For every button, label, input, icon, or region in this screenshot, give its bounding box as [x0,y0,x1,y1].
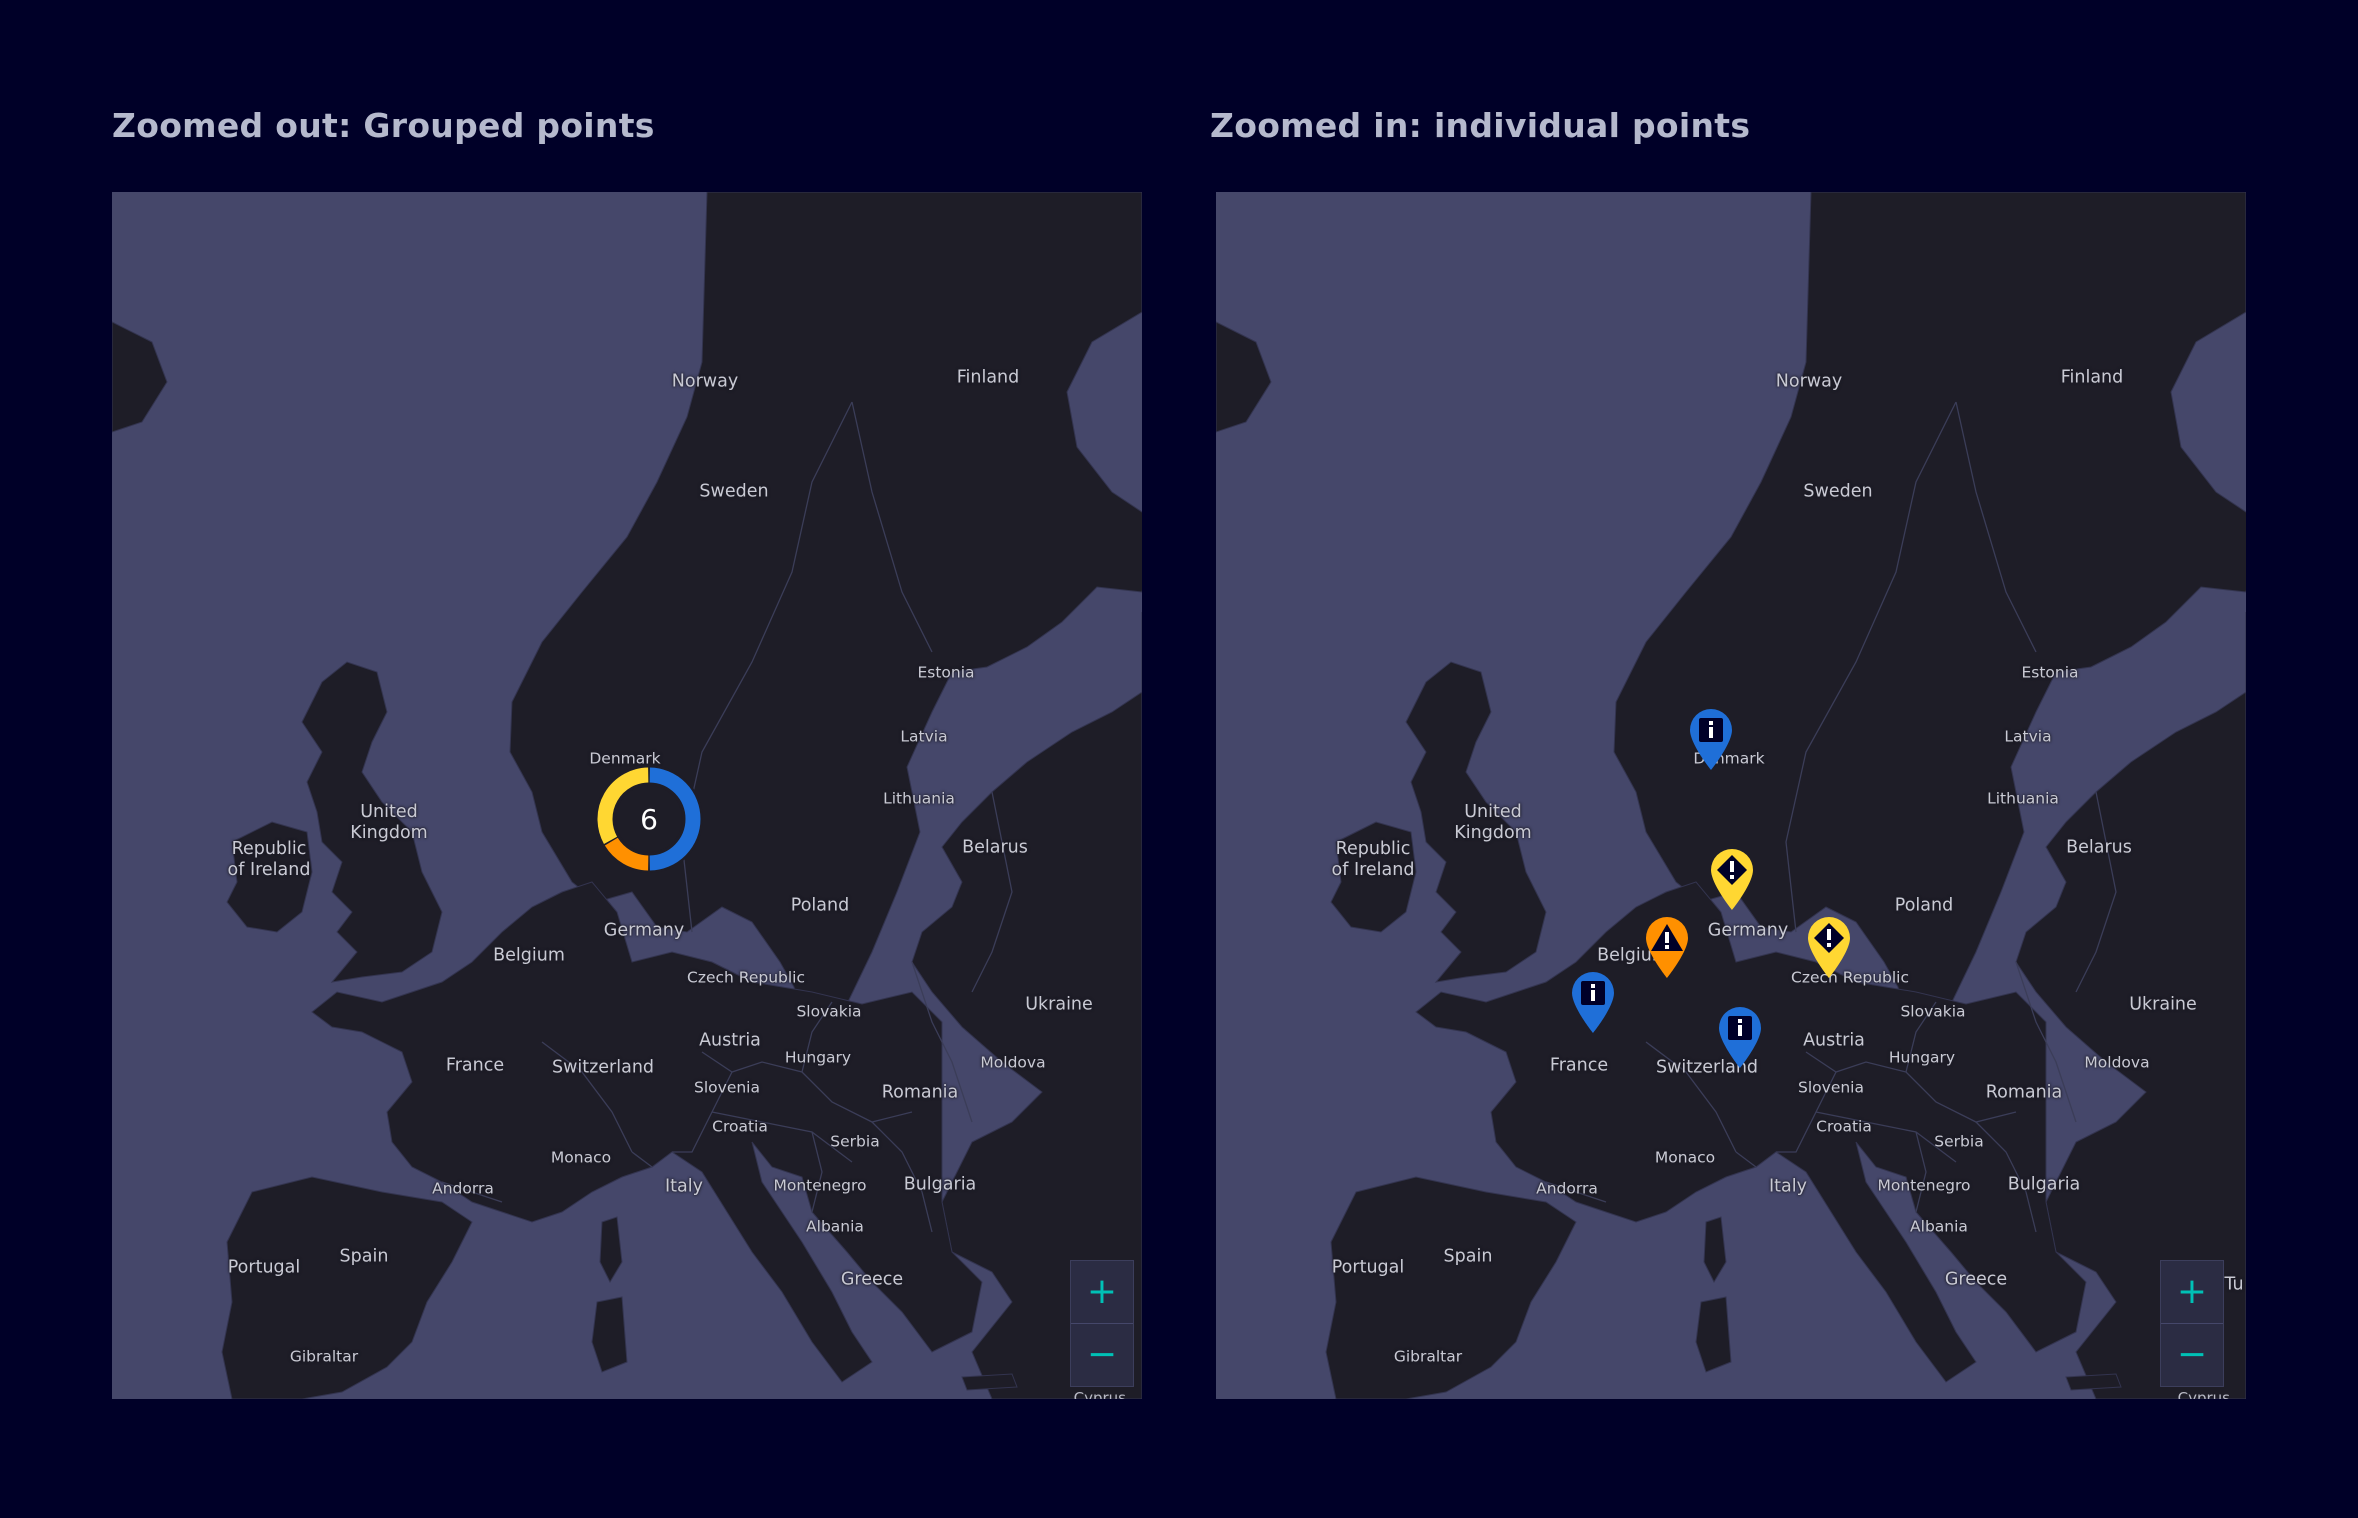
label-andorra: Andorra [1536,1179,1598,1198]
label-finland: Finland [2060,367,2124,388]
exclamation-icon [1808,917,1850,978]
label-switzerland: Switzerland [551,1057,655,1078]
label-montenegro: Montenegro [773,1176,867,1195]
label-bulgaria: Bulgaria [2007,1174,2081,1195]
label-turkey-partial: Tu [2224,1274,2244,1295]
label-ukraine: Ukraine [1025,994,1093,1015]
marker-warning-belgium[interactable] [1643,914,1691,980]
zoom-out-button[interactable]: − [1071,1323,1133,1386]
label-belarus: Belarus [962,837,1028,858]
label-estonia: Estonia [917,663,975,682]
label-germany: Germany [603,920,685,941]
label-austria: Austria [1803,1030,1865,1051]
label-france: France [445,1055,505,1076]
label-hungary: Hungary [1888,1048,1956,1067]
label-slovenia: Slovenia [1798,1078,1864,1097]
label-moldova: Moldova [2084,1053,2150,1072]
label-italy: Italy [665,1176,703,1197]
label-monaco: Monaco [1654,1148,1716,1167]
label-andorra: Andorra [432,1179,494,1198]
label-ukraine: Ukraine [2129,994,2197,1015]
label-united-kingdom: United Kingdom [350,802,428,843]
zoom-in-button[interactable]: + [1071,1261,1133,1323]
label-slovakia: Slovakia [796,1002,862,1021]
label-greece: Greece [840,1269,904,1290]
label-lithuania: Lithuania [883,789,955,808]
label-albania: Albania [1910,1217,1968,1236]
label-romania: Romania [1985,1082,2063,1103]
label-greece: Greece [1944,1269,2008,1290]
label-latvia: Latvia [900,727,948,746]
label-lithuania: Lithuania [1987,789,2059,808]
label-cyprus: Cyprus [1073,1389,1126,1399]
label-norway: Norway [1775,371,1843,392]
label-latvia: Latvia [2004,727,2052,746]
label-ireland: Republic of Ireland [227,839,311,880]
label-gibraltar: Gibraltar [289,1347,359,1366]
label-albania: Albania [806,1217,864,1236]
label-gibraltar: Gibraltar [1393,1347,1463,1366]
label-romania: Romania [881,1082,959,1103]
zoom-controls: + − [1070,1260,1134,1387]
label-italy: Italy [1769,1176,1807,1197]
label-germany: Germany [1707,920,1789,941]
label-moldova: Moldova [980,1053,1046,1072]
label-serbia: Serbia [1934,1132,1984,1151]
warning-triangle-icon [1646,917,1688,978]
label-poland: Poland [1894,895,1954,916]
label-portugal: Portugal [227,1257,301,1278]
label-france: France [1549,1055,1609,1076]
marker-caution-czech[interactable] [1805,914,1853,980]
label-montenegro: Montenegro [1877,1176,1971,1195]
label-finland: Finland [956,367,1020,388]
label-estonia: Estonia [2021,663,2079,682]
label-bulgaria: Bulgaria [903,1174,977,1195]
marker-info-france[interactable] [1569,969,1617,1035]
label-belarus: Belarus [2066,837,2132,858]
label-hungary: Hungary [784,1048,852,1067]
label-serbia: Serbia [830,1132,880,1151]
label-czech-republic: Czech Republic [686,968,806,987]
label-portugal: Portugal [1331,1257,1405,1278]
cluster-count: 6 [640,802,658,836]
label-cyprus: Cyprus [2177,1389,2230,1399]
map-individual-points[interactable]: Norway Finland Sweden Estonia Latvia Lit… [1216,192,2246,1399]
label-croatia: Croatia [1816,1117,1872,1136]
marker-caution-germany[interactable] [1708,846,1756,912]
info-icon [1690,709,1732,770]
label-sweden: Sweden [1803,481,1873,502]
cluster-marker[interactable]: 6 [594,764,704,874]
label-poland: Poland [790,895,850,916]
zoom-out-button[interactable]: − [2161,1323,2223,1386]
label-slovakia: Slovakia [1900,1002,1966,1021]
label-norway: Norway [671,371,739,392]
label-austria: Austria [699,1030,761,1051]
map-grouped-points[interactable]: Norway Finland Sweden Estonia Latvia Lit… [112,192,1142,1399]
panel-title-grouped: Zoomed out: Grouped points [112,106,655,145]
label-slovenia: Slovenia [694,1078,760,1097]
label-belgium: Belgium [493,945,565,966]
info-icon [1719,1007,1761,1068]
zoom-controls: + − [2160,1260,2224,1387]
panel-title-individual: Zoomed in: individual points [1210,106,1751,145]
exclamation-icon [1711,849,1753,910]
label-united-kingdom: United Kingdom [1454,802,1532,843]
label-spain: Spain [1443,1246,1493,1267]
info-icon [1572,972,1614,1033]
marker-info-switzerland[interactable] [1716,1004,1764,1070]
label-croatia: Croatia [712,1117,768,1136]
label-monaco: Monaco [550,1148,612,1167]
label-sweden: Sweden [699,481,769,502]
label-spain: Spain [339,1246,389,1267]
label-ireland: Republic of Ireland [1331,839,1415,880]
zoom-in-button[interactable]: + [2161,1261,2223,1323]
marker-info-denmark[interactable] [1687,706,1735,772]
